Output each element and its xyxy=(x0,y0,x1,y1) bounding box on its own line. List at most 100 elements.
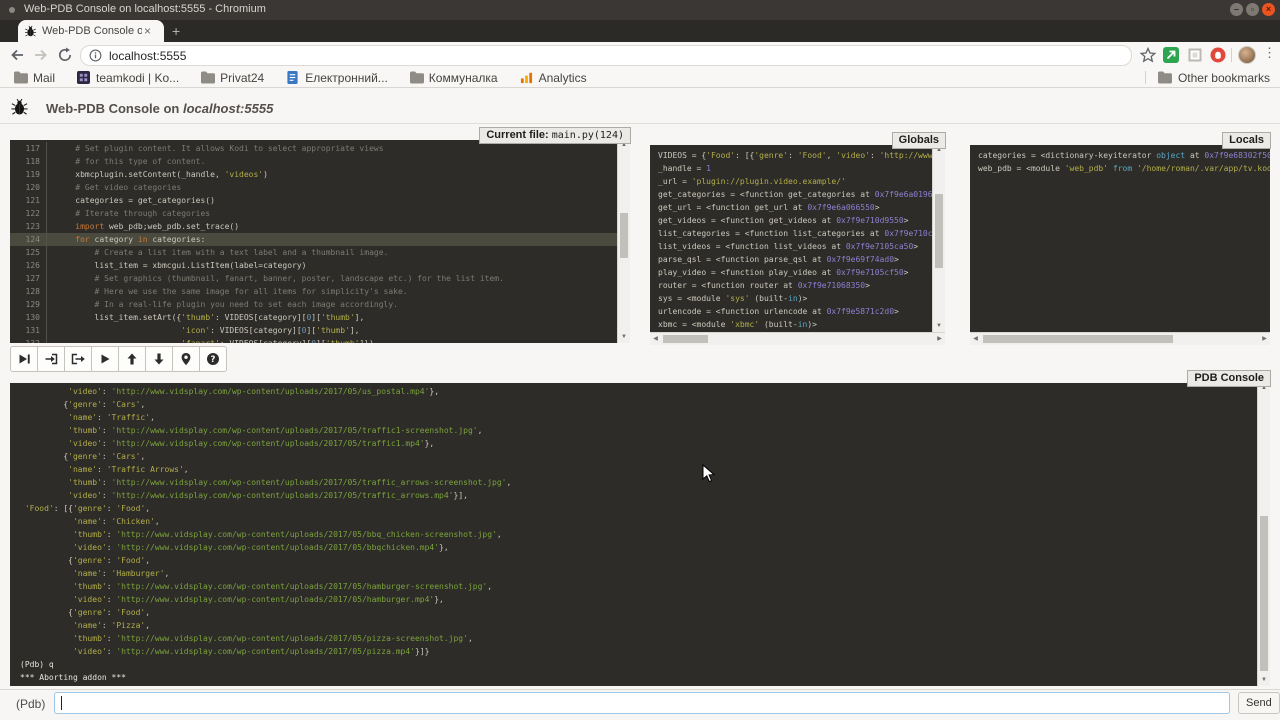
variable-line: parse_qsl = <function parse_qsl at 0x7f9… xyxy=(658,253,932,266)
scroll-left-arrow[interactable]: ◀ xyxy=(650,333,661,345)
code-line: 118 # for this type of content. xyxy=(10,155,617,168)
browser-tab[interactable]: Web-PDB Console on loca × xyxy=(18,20,164,42)
code-text: categories = get_categories() xyxy=(47,194,215,207)
scroll-thumb[interactable] xyxy=(620,213,628,258)
reload-icon[interactable] xyxy=(57,47,73,63)
send-button[interactable]: Send xyxy=(1238,692,1280,714)
bookmark-label: Mail xyxy=(33,71,55,85)
console-line: 'thumb': 'http://www.vidsplay.com/wp-con… xyxy=(20,580,1257,593)
down-button[interactable] xyxy=(145,346,173,372)
forward-icon[interactable] xyxy=(33,47,49,63)
pdb-command-input[interactable] xyxy=(54,692,1230,714)
current-file-panel: Current file: main.py(124) 117 # Set plu… xyxy=(10,140,630,343)
console-vertical-scrollbar[interactable]: ▲ ▼ xyxy=(1257,383,1270,686)
scroll-left-arrow[interactable]: ◀ xyxy=(970,333,981,345)
map-marker-icon xyxy=(179,352,193,366)
scroll-right-arrow[interactable]: ▶ xyxy=(1259,333,1270,345)
line-number: 118 xyxy=(10,155,47,168)
where-button[interactable] xyxy=(172,346,200,372)
scroll-down-arrow[interactable]: ▼ xyxy=(1258,675,1270,686)
code-vertical-scrollbar[interactable]: ▲ ▼ xyxy=(617,140,630,343)
code-text: list_item = xbmcgui.ListItem(label=categ… xyxy=(47,259,306,272)
console-line: 'video': 'http://www.vidsplay.com/wp-con… xyxy=(20,645,1257,658)
tab-close-icon[interactable]: × xyxy=(144,25,151,37)
scroll-thumb[interactable] xyxy=(935,194,943,269)
scroll-right-arrow[interactable]: ▶ xyxy=(934,333,945,345)
console-line: {'genre': 'Cars', xyxy=(20,450,1257,463)
bookmarks-separator xyxy=(1145,71,1146,84)
profile-avatar[interactable] xyxy=(1238,46,1256,64)
code-text: # Set plugin content. It allows Kodi to … xyxy=(47,142,384,155)
globals-vertical-scrollbar[interactable]: ▲ ▼ xyxy=(932,145,945,332)
scroll-thumb[interactable] xyxy=(663,335,708,343)
line-number: 119 xyxy=(10,168,47,181)
folder-icon xyxy=(410,71,424,84)
browser-menu-icon[interactable]: ⋮ xyxy=(1263,45,1276,61)
up-button[interactable] xyxy=(118,346,146,372)
tab-strip: Web-PDB Console on loca × + xyxy=(0,20,1280,42)
variable-line: categories = <dictionary-keyiterator obj… xyxy=(978,149,1270,162)
console-line: 'thumb': 'http://www.vidsplay.com/wp-con… xyxy=(20,528,1257,541)
extension-green-icon[interactable] xyxy=(1163,47,1179,63)
bookmark-item[interactable]: Електронний... xyxy=(286,71,388,85)
scroll-down-arrow[interactable]: ▼ xyxy=(618,332,630,343)
kodi-favicon-icon xyxy=(77,71,91,84)
scroll-thumb[interactable] xyxy=(983,335,1173,343)
site-info-icon[interactable] xyxy=(89,49,102,62)
minimize-button[interactable]: – xyxy=(1230,3,1243,16)
other-bookmarks[interactable]: Other bookmarks xyxy=(1145,68,1270,87)
code-line: 128 # Here we use the same image for all… xyxy=(10,285,617,298)
pdb-console-caption: PDB Console xyxy=(1187,370,1271,387)
code-text: list_item.setArt({'thumb': VIDEOS[catego… xyxy=(47,311,364,324)
new-tab-button[interactable]: + xyxy=(172,22,180,40)
console-line: 'video': 'http://www.vidsplay.com/wp-con… xyxy=(20,489,1257,502)
console-line: 'Food': [{'genre': 'Food', xyxy=(20,502,1257,515)
variable-line: VIDEOS = {'Food': [{'genre': 'Food', 'vi… xyxy=(658,149,932,162)
scroll-thumb[interactable] xyxy=(1260,516,1268,671)
svg-text:?: ? xyxy=(211,355,216,365)
globals-horizontal-scrollbar[interactable]: ◀ ▶ xyxy=(650,332,945,345)
extension-red-icon[interactable] xyxy=(1210,47,1226,63)
bookmark-item[interactable]: Privat24 xyxy=(201,71,264,85)
locals-caption: Locals xyxy=(1222,132,1271,149)
bookmark-item[interactable]: Analytics xyxy=(520,71,587,85)
text-caret xyxy=(61,696,62,710)
locals-horizontal-scrollbar[interactable]: ◀ ▶ xyxy=(970,332,1270,345)
window-title: Web-PDB Console on localhost:5555 - Chro… xyxy=(24,3,266,15)
maximize-button[interactable]: ▫ xyxy=(1246,3,1259,16)
folder-icon xyxy=(201,71,215,84)
extension-frame-icon[interactable] xyxy=(1187,47,1203,63)
url-text[interactable]: localhost:5555 xyxy=(109,49,186,63)
variable-line: router = <function router at 0x7f9e71068… xyxy=(658,279,932,292)
address-bar[interactable]: localhost:5555 xyxy=(80,45,1132,66)
code-line: 129 # In a real-life plugin you need to … xyxy=(10,298,617,311)
bookmark-star-icon[interactable] xyxy=(1140,47,1156,63)
bookmark-item[interactable]: teamkodi | Ko... xyxy=(77,71,179,85)
code-line: 121 categories = get_categories() xyxy=(10,194,617,207)
bookmarks-list: Mail teamkodi | Ko... Privat24 Електронний.… xyxy=(14,68,587,87)
doc-favicon-icon xyxy=(286,71,300,84)
console-line: (Pdb) q xyxy=(20,658,1257,671)
next-button[interactable] xyxy=(10,346,38,372)
variable-line: get_categories = <function get_categorie… xyxy=(658,188,932,201)
line-number: 130 xyxy=(10,311,47,324)
scroll-down-arrow[interactable]: ▼ xyxy=(933,321,945,332)
line-number: 127 xyxy=(10,272,47,285)
code-text: # Create a list item with a text label a… xyxy=(47,246,388,259)
back-icon[interactable] xyxy=(9,47,25,63)
help-button[interactable]: ? xyxy=(199,346,227,372)
code-line: 131 'icon': VIDEOS[category][0]['thumb']… xyxy=(10,324,617,337)
globals-caption: Globals xyxy=(892,132,946,149)
step-button[interactable] xyxy=(37,346,65,372)
variable-line: xbmc = <module 'xbmc' (built-in)> xyxy=(658,318,932,331)
return-button[interactable] xyxy=(64,346,92,372)
close-window-button[interactable]: × xyxy=(1262,3,1275,16)
continue-button[interactable] xyxy=(91,346,119,372)
code-line: 123 import web_pdb;web_pdb.set_trace() xyxy=(10,220,617,233)
bookmark-item[interactable]: Mail xyxy=(14,71,55,85)
bookmark-item[interactable]: Коммуналка xyxy=(410,71,498,85)
analytics-favicon-icon xyxy=(520,71,534,84)
line-number: 132 xyxy=(10,337,47,343)
bookmark-label: Privat24 xyxy=(220,71,264,85)
chromium-window: Web-PDB Console on localhost:5555 - Chro… xyxy=(0,0,1280,720)
